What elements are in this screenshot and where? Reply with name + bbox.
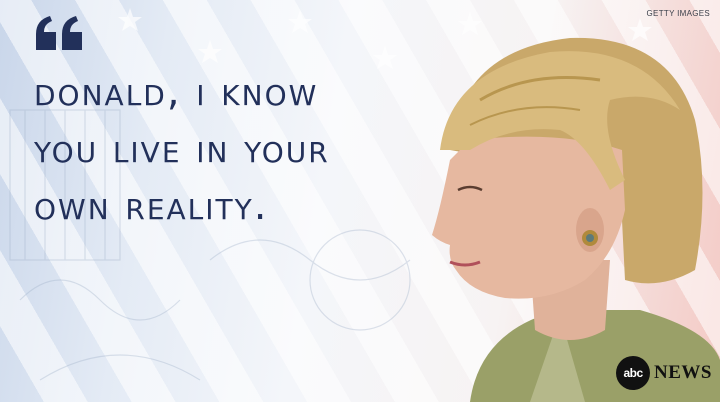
quote-line: own reality.: [34, 183, 269, 229]
news-wordmark: NEWS: [654, 362, 712, 383]
quote-mark-icon: [34, 14, 86, 57]
quote-line: Donald, I know: [34, 69, 319, 115]
quote-text: Donald, I know you live in your own real…: [34, 64, 434, 235]
abc-logo-icon: abc: [616, 356, 651, 390]
abc-news-logo: abc NEWS: [616, 356, 712, 390]
portrait-photo: [432, 37, 720, 402]
quote-card: GETTY IMAGES Donald, I know you live in …: [0, 0, 720, 402]
quote-line: you live in your: [34, 126, 330, 172]
photo-credit: GETTY IMAGES: [646, 9, 710, 18]
